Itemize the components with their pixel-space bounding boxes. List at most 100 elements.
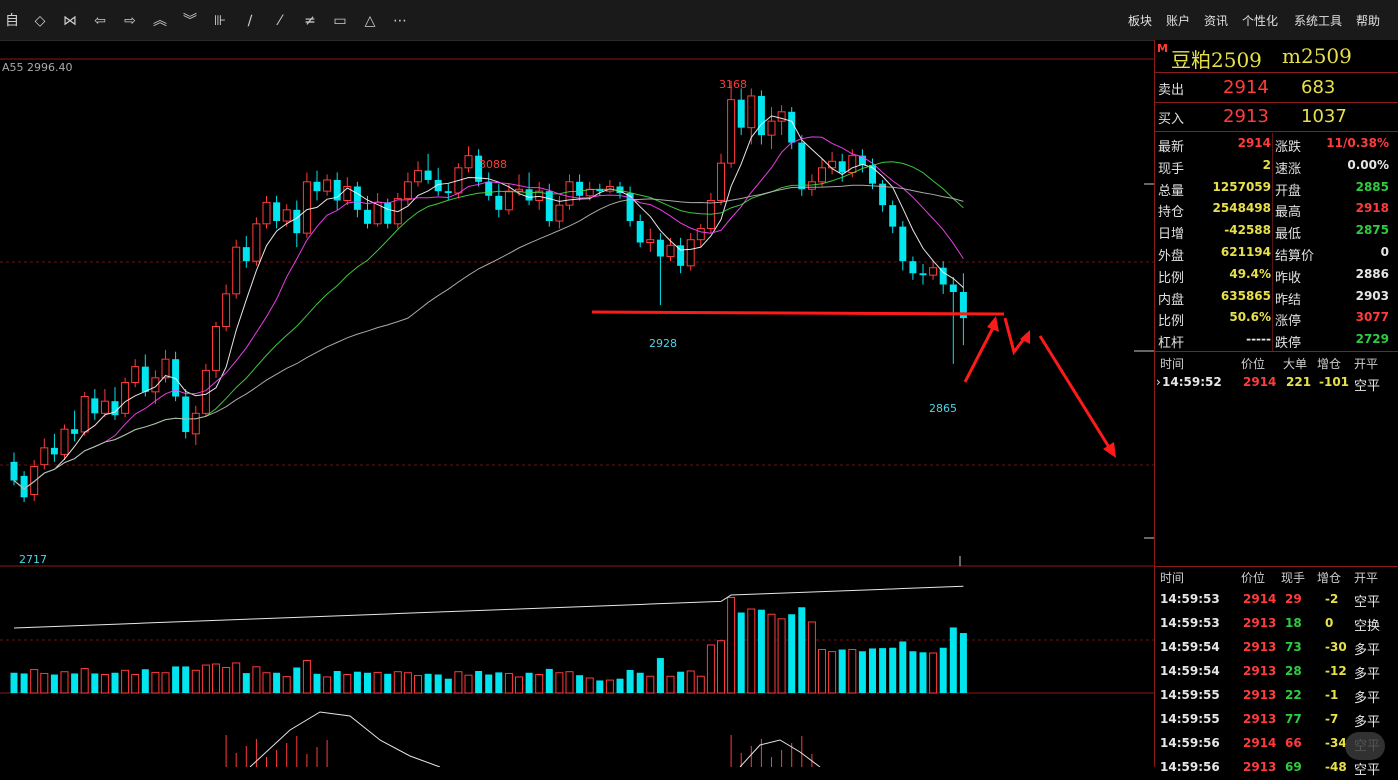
big-trade-row[interactable]: › 14:59:52 2914 221 -101 空平 <box>1155 373 1398 395</box>
arrow-up-1[interactable] <box>963 321 998 383</box>
toolbar: 自 ◇ ⋈ ⇦ ⇨ ︽ ︾ ⊪ ∕ ⁄ ≠ ▭ △ ⋯ 板块 账户 资讯 个性化… <box>0 0 1398 41</box>
volume-bar <box>696 675 705 694</box>
tick-size: 22 <box>1285 688 1302 702</box>
bar-tool-icon[interactable]: ⊪ <box>208 10 232 32</box>
dashed-line-icon[interactable]: ⁄ <box>268 10 292 32</box>
tick-type: 多平 <box>1354 715 1381 730</box>
volume-bar <box>50 674 58 693</box>
tick-row[interactable]: 14:59:53 2914 29 -2 空平 <box>1155 590 1398 612</box>
bowtie-icon[interactable]: ⋈ <box>58 10 82 32</box>
buy-row[interactable]: 买入 2913 1037 <box>1155 103 1398 132</box>
more-icon[interactable]: ⋯ <box>388 10 412 32</box>
candle <box>525 189 533 201</box>
candle <box>686 239 695 267</box>
candle <box>757 95 765 136</box>
stat-value: 3077 <box>1355 310 1389 325</box>
stat-value: 50.6% <box>1229 310 1271 325</box>
resistance-line[interactable] <box>591 310 1005 316</box>
line-icon[interactable]: ∕ <box>238 10 262 32</box>
parallel-lines-icon[interactable]: ≠ <box>298 10 322 32</box>
candle <box>50 447 58 455</box>
tick-oi: -1 <box>1325 688 1339 702</box>
tick-row[interactable]: 14:59:54 2913 73 -30 多平 <box>1155 638 1398 660</box>
stat-label: 杠杆 <box>1158 336 1185 352</box>
drawn-annotations[interactable] <box>591 310 1116 566</box>
tick-price: 2913 <box>1243 712 1277 726</box>
label-recent-low: 2865 <box>929 402 957 415</box>
stat-row: 持仓 2548498 最高 2918 <box>1155 198 1398 221</box>
candle <box>151 377 160 393</box>
big-trade-time: 14:59:52 <box>1162 375 1222 389</box>
stat-label: 持仓 <box>1158 205 1185 221</box>
tick-oi: 0 <box>1325 616 1334 630</box>
oscillator-line <box>249 711 441 767</box>
candle <box>747 95 756 129</box>
chevrons-down-icon[interactable]: ︾ <box>178 10 202 32</box>
arrow-zigzag[interactable] <box>1003 317 1028 356</box>
col-time: 时间 <box>1160 571 1185 585</box>
candle <box>666 244 675 257</box>
stat-label: 最低 <box>1275 227 1302 243</box>
col-size: 现手 <box>1281 571 1306 585</box>
tick-size: 77 <box>1285 712 1302 726</box>
volume-bar <box>141 669 149 693</box>
volume-bar <box>807 621 816 694</box>
volume-bar <box>414 675 422 694</box>
volume-bar <box>798 607 806 693</box>
candle <box>646 239 655 243</box>
buy-price: 2913 <box>1223 106 1269 127</box>
diamond-icon[interactable]: ◇ <box>28 10 52 32</box>
tick-time: 14:59:53 <box>1160 616 1220 630</box>
volume-bar <box>929 652 938 694</box>
stat-label: 速涨 <box>1275 161 1302 177</box>
tick-size: 28 <box>1285 664 1302 678</box>
menu-account[interactable]: 账户 <box>1166 12 1190 29</box>
menu-personalize[interactable]: 个性化 <box>1242 12 1278 29</box>
tick-row[interactable]: 14:59:56 2913 69 -48 空平 <box>1155 758 1398 780</box>
menu-sector[interactable]: 板块 <box>1128 12 1152 29</box>
volume-bar <box>656 658 664 693</box>
tick-row[interactable]: 14:59:55 2913 22 -1 多平 <box>1155 686 1398 708</box>
candle <box>495 195 503 210</box>
volume-bar <box>626 669 634 693</box>
candle <box>838 161 846 173</box>
candle <box>515 188 523 192</box>
arrow-down[interactable] <box>1038 335 1114 453</box>
arrow-head-3 <box>1103 442 1116 458</box>
volume-bar <box>585 677 594 694</box>
triangle-icon[interactable]: △ <box>358 10 382 32</box>
candles <box>10 81 967 502</box>
menu-news[interactable]: 资讯 <box>1204 12 1228 29</box>
candle <box>798 142 806 190</box>
stat-row: 最新 2914 涨跌 11/0.38% <box>1155 133 1398 155</box>
volume-bar <box>424 673 432 693</box>
candle <box>161 358 170 379</box>
stat-row: 内盘 635865 昨结 2903 <box>1155 285 1398 308</box>
auto-button[interactable]: 自 <box>0 10 24 32</box>
forward-arrow-icon[interactable]: ⇨ <box>118 10 142 32</box>
chevrons-up-icon[interactable]: ︽ <box>148 10 172 32</box>
volume-bar <box>80 668 89 694</box>
volume-bar <box>384 673 392 693</box>
stat-label: 现手 <box>1158 161 1185 177</box>
stat-value: 635865 <box>1220 288 1271 303</box>
volume-bar <box>273 672 281 693</box>
tick-row[interactable]: 14:59:53 2913 18 0 空换 <box>1155 614 1398 636</box>
theme-toggle-button[interactable] <box>1345 732 1385 760</box>
volume-bar <box>596 680 604 693</box>
volume-bar <box>686 670 695 694</box>
volume-bar <box>373 671 382 694</box>
tick-row[interactable]: 14:59:55 2913 77 -7 多平 <box>1155 710 1398 732</box>
stat-value: 2885 <box>1355 179 1389 194</box>
contract-code: m2509 <box>1282 44 1352 68</box>
rectangle-icon[interactable]: ▭ <box>328 10 352 32</box>
buy-label: 买入 <box>1158 112 1185 127</box>
volume-bar <box>504 672 513 694</box>
kline-chart[interactable]: A55 2996.40 3168 3088 2928 2865 2717 <box>0 40 1154 767</box>
tick-row[interactable]: 14:59:54 2913 28 -12 多平 <box>1155 662 1398 684</box>
menu-help[interactable]: 帮助 <box>1356 12 1380 29</box>
volume-bar <box>495 672 503 693</box>
back-arrow-icon[interactable]: ⇦ <box>88 10 112 32</box>
sell-row[interactable]: 卖出 2914 683 <box>1155 74 1398 103</box>
menu-system-tools[interactable]: 系统工具 <box>1294 12 1342 29</box>
